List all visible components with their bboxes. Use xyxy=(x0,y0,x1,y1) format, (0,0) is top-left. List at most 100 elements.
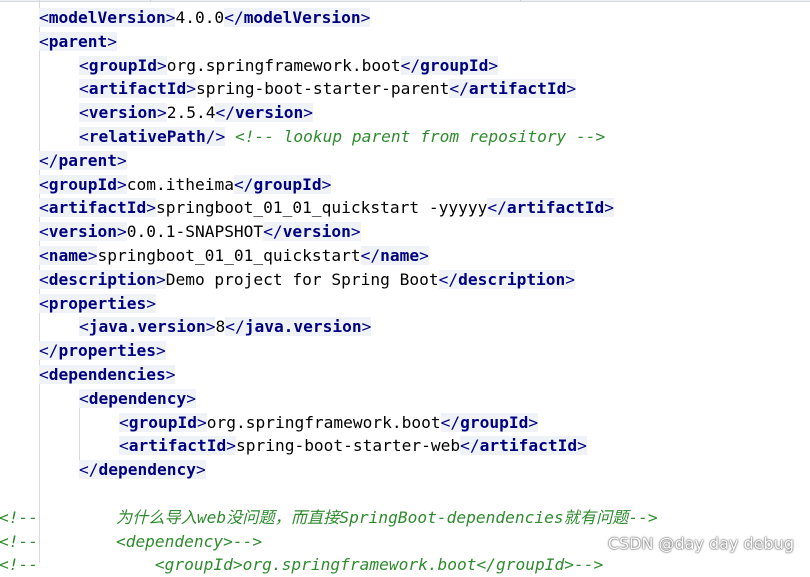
xml-open-tag: <description> xyxy=(39,269,166,289)
xml-tag-name: modelVersion xyxy=(48,8,166,27)
xml-tag-name: description xyxy=(48,269,156,289)
xml-text-value: springboot_01_01_quickstart -yyyyy xyxy=(155,198,488,218)
code-line[interactable]: </parent> xyxy=(39,149,127,173)
xml-open-tag: <java.version> xyxy=(79,317,216,337)
code-line[interactable]: <modelVersion>4.0.0</modelVersion> xyxy=(39,6,371,30)
xml-close-tag: </modelVersion> xyxy=(224,8,371,27)
xml-open-tag: <groupId> xyxy=(119,412,207,432)
code-line[interactable]: </properties> xyxy=(39,339,166,363)
xml-tag-name: version xyxy=(88,103,157,123)
xml-tag-name: java.version xyxy=(88,317,206,337)
code-line[interactable]: <artifactId>springboot_01_01_quickstart … xyxy=(39,196,615,220)
xml-tag-name: groupId xyxy=(48,174,117,194)
xml-tag-name: artifactId xyxy=(88,79,187,99)
xml-open-tag: <parent> xyxy=(39,31,117,51)
xml-open-tag: <dependencies> xyxy=(39,365,176,384)
xml-close-tag: </dependency> xyxy=(79,460,206,480)
code-line[interactable]: <groupId>com.itheima</groupId> xyxy=(39,173,332,197)
xml-tag-name: properties xyxy=(48,293,147,313)
xml-tag-name: artifactId xyxy=(128,436,227,456)
xml-tag-name: dependency xyxy=(88,388,187,408)
xml-close-tag: </groupId> xyxy=(400,55,499,75)
xml-open-tag: <name> xyxy=(39,246,98,265)
xml-tag-name: properties xyxy=(58,341,156,361)
xml-text-value: spring-boot-starter-parent xyxy=(195,79,450,99)
xml-comment: <!-- <dependency>--> xyxy=(0,531,263,551)
xml-tag-name: groupId xyxy=(128,412,197,432)
xml-tag-name: artifactId xyxy=(479,436,578,456)
xml-open-tag: <groupId> xyxy=(39,174,127,194)
xml-tag-name: version xyxy=(48,222,117,242)
code-line[interactable]: <dependencies> xyxy=(39,363,176,387)
xml-close-tag: </properties> xyxy=(39,341,166,361)
xml-open-tag: <relativePath/> xyxy=(79,127,226,146)
xml-tag-name: dependencies xyxy=(48,365,166,384)
xml-tag-name: artifactId xyxy=(506,198,605,218)
xml-text-value: 8 xyxy=(215,317,226,337)
code-line[interactable]: <relativePath/> <!-- lookup parent from … xyxy=(79,125,605,149)
code-line[interactable]: <version>0.0.1-SNAPSHOT</version> xyxy=(39,220,361,244)
xml-tag-name: artifactId xyxy=(468,79,567,99)
xml-tag-name: parent xyxy=(58,150,117,170)
code-line[interactable]: <version>2.5.4</version> xyxy=(79,101,313,125)
xml-close-tag: </description> xyxy=(438,269,576,289)
xml-close-tag: </parent> xyxy=(39,150,127,170)
code-line[interactable]: <parent> xyxy=(39,30,117,54)
xml-close-tag: </version> xyxy=(263,222,361,242)
xml-tag-name: version xyxy=(282,222,351,242)
code-line[interactable]: <name>springboot_01_01_quickstart</name> xyxy=(39,244,429,268)
xml-text-value: springboot_01_01_quickstart xyxy=(97,246,361,265)
xml-tag-name: name xyxy=(48,246,88,265)
xml-tag-name: groupId xyxy=(420,55,489,75)
xml-open-tag: <modelVersion> xyxy=(39,8,176,27)
xml-open-tag: <artifactId> xyxy=(39,198,156,218)
xml-text-value: com.itheima xyxy=(126,174,234,194)
xml-tag-name: modelVersion xyxy=(243,8,361,27)
xml-open-tag: <version> xyxy=(39,222,127,242)
code-line[interactable]: <dependency> xyxy=(79,387,196,411)
code-line[interactable]: <artifactId>spring-boot-starter-parent</… xyxy=(79,77,577,101)
xml-tag-name: java.version xyxy=(244,317,362,337)
xml-tag-name: groupId xyxy=(88,55,157,75)
code-editor[interactable]: <modelVersion>4.0.0</modelVersion> <paren… xyxy=(0,0,810,574)
code-line[interactable]: <properties> xyxy=(39,292,156,316)
xml-close-tag: </groupId> xyxy=(233,174,332,194)
xml-open-tag: <version> xyxy=(79,103,167,123)
watermark: CSDN @day day debug xyxy=(607,534,794,553)
xml-tag-name: groupId xyxy=(253,174,322,194)
xml-close-tag: </groupId> xyxy=(440,412,539,432)
code-line[interactable]: <!-- <groupId>org.springframework.boot</… xyxy=(0,553,603,577)
xml-comment: <!-- 为什么导入web没问题，而直接SpringBoot-dependenc… xyxy=(0,507,658,527)
code-line[interactable]: </dependency> xyxy=(79,458,206,482)
xml-text-value: 2.5.4 xyxy=(166,103,216,123)
xml-tag-name: dependency xyxy=(98,460,196,480)
xml-text-value: Demo project for Spring Boot xyxy=(165,269,439,289)
xml-text-value: 4.0.0 xyxy=(175,8,225,27)
code-line[interactable]: <groupId>org.springframework.boot</group… xyxy=(79,54,499,78)
code-line[interactable]: <!-- <dependency>--> xyxy=(0,530,262,554)
xml-text-value xyxy=(225,127,235,146)
xml-close-tag: </name> xyxy=(360,246,429,265)
xml-text-value: spring-boot-starter-web xyxy=(235,436,461,456)
xml-comment: <!-- <groupId>org.springframework.boot</… xyxy=(0,555,604,575)
xml-tag-name: artifactId xyxy=(48,198,147,218)
code-line[interactable]: <java.version>8</java.version> xyxy=(79,315,372,339)
xml-tag-name: groupId xyxy=(460,412,529,432)
xml-close-tag: </artifactId> xyxy=(487,198,615,218)
code-line[interactable]: <artifactId>spring-boot-starter-web</art… xyxy=(119,434,587,458)
xml-tag-name: parent xyxy=(48,31,108,51)
xml-comment: <!-- lookup parent from repository --> xyxy=(234,127,606,146)
code-line[interactable]: <description>Demo project for Spring Boo… xyxy=(39,268,576,292)
xml-open-tag: <artifactId> xyxy=(79,79,196,99)
code-line[interactable]: <groupId>org.springframework.boot</group… xyxy=(119,411,539,435)
xml-open-tag: <groupId> xyxy=(79,55,167,75)
xml-open-tag: <properties> xyxy=(39,293,156,313)
xml-close-tag: </artifactId> xyxy=(449,79,577,99)
xml-close-tag: </artifactId> xyxy=(460,436,587,456)
xml-tag-name: version xyxy=(234,103,304,123)
code-line[interactable]: <!-- 为什么导入web没问题，而直接SpringBoot-dependenc… xyxy=(0,506,658,530)
xml-close-tag: </version> xyxy=(215,103,313,123)
xml-open-tag: <artifactId> xyxy=(119,436,236,456)
xml-text-value: org.springframework.boot xyxy=(166,55,401,75)
xml-tag-name: name xyxy=(380,246,420,265)
